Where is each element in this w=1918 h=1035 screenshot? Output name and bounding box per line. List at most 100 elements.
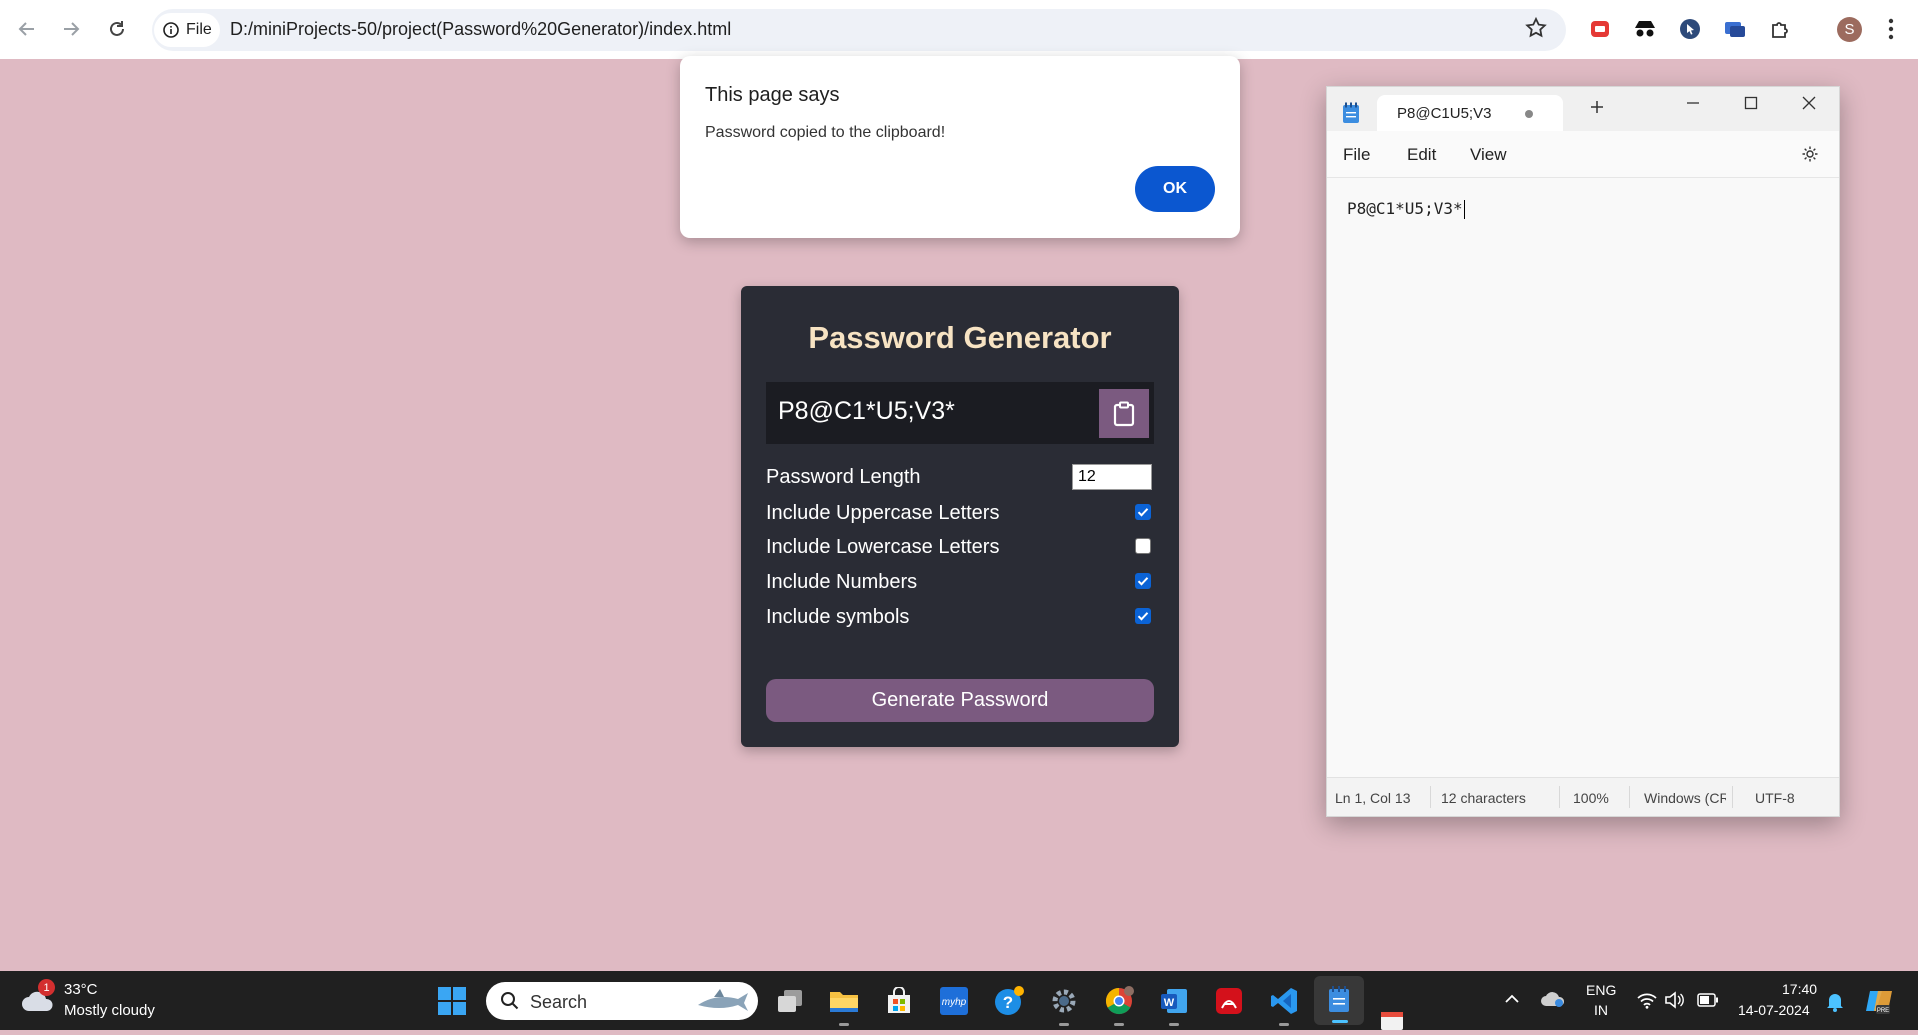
notepad-menubar: File Edit View [1327, 131, 1839, 178]
menu-edit[interactable]: Edit [1407, 145, 1436, 165]
notepad-icon [1329, 986, 1349, 1012]
settings-gear-icon[interactable] [1801, 145, 1819, 168]
status-position: Ln 1, Col 13 [1335, 790, 1411, 806]
calendar-app-icon[interactable] [1380, 1011, 1404, 1035]
maximize-icon[interactable] [1743, 95, 1759, 116]
uppercase-checkbox[interactable] [1135, 504, 1151, 520]
svg-text:?: ? [1003, 993, 1013, 1012]
get-help-icon[interactable]: ? [991, 983, 1027, 1019]
svg-text:PRE: PRE [1877, 1008, 1889, 1014]
alert-dialog: This page says Password copied to the cl… [680, 56, 1240, 238]
lowercase-label: Include Lowercase Letters [766, 536, 1000, 558]
running-indicator [1059, 1023, 1069, 1026]
symbols-checkbox[interactable] [1135, 608, 1151, 624]
myhp-icon[interactable]: myhp [936, 983, 972, 1019]
ok-button[interactable]: OK [1135, 166, 1215, 212]
generator-title: Password Generator [808, 320, 1112, 355]
weather-badge: 1 [38, 979, 55, 996]
generate-password-label: Generate Password [871, 689, 1049, 711]
acrobat-icon[interactable] [1211, 983, 1247, 1019]
extension-spy-icon[interactable] [1630, 14, 1660, 44]
settings-icon[interactable] [1046, 983, 1082, 1026]
copilot-icon[interactable]: PRE [1864, 985, 1896, 1022]
symbols-label: Include symbols [766, 606, 910, 628]
profile-initial: S [1844, 21, 1855, 38]
search-icon [501, 992, 519, 1010]
notepad-content: P8@C1*U5;V3* [1347, 199, 1463, 218]
language-bottom: IN [1594, 1002, 1608, 1018]
file-explorer-icon[interactable] [826, 983, 862, 1026]
notepad-text-area[interactable]: P8@C1*U5;V3* [1347, 199, 1465, 219]
copy-clipboard-button[interactable] [1099, 389, 1149, 438]
dialog-message: Password copied to the clipboard! [705, 124, 946, 141]
word-icon[interactable]: W [1156, 983, 1192, 1026]
show-hidden-icons-chevron-icon[interactable] [1504, 992, 1520, 1010]
task-view-icon[interactable] [772, 983, 808, 1019]
generate-password-button[interactable]: Generate Password [766, 679, 1154, 722]
vscode-icon[interactable] [1266, 983, 1302, 1026]
notepad-taskbar-button[interactable] [1314, 976, 1364, 1025]
uppercase-label: Include Uppercase Letters [766, 502, 1000, 524]
volume-icon[interactable] [1664, 991, 1684, 1014]
svg-text:W: W [1164, 997, 1175, 1009]
onedrive-cloud-icon[interactable] [1540, 990, 1566, 1013]
extension-window-icon[interactable] [1720, 14, 1750, 44]
extensions-puzzle-icon[interactable] [1765, 14, 1795, 44]
notepad-tab-title: P8@C1U5;V3 [1397, 105, 1492, 122]
notepad-tab[interactable]: P8@C1U5;V3 [1377, 95, 1563, 131]
taskbar-search[interactable]: Search [486, 982, 758, 1020]
running-indicator [1279, 1023, 1289, 1026]
clock-time[interactable]: 17:40 [1782, 981, 1817, 997]
numbers-checkbox[interactable] [1135, 573, 1151, 589]
password-length-label: Password Length [766, 466, 921, 488]
url-text[interactable]: D:/miniProjects-50/project(Password%20Ge… [230, 19, 731, 40]
menu-file[interactable]: File [1343, 145, 1370, 165]
status-divider [1559, 786, 1560, 808]
weather-temp: 33°C [64, 981, 98, 998]
extension-cursor-icon[interactable] [1675, 14, 1705, 44]
running-indicator [839, 1023, 849, 1026]
status-line-ending: Windows (CR [1644, 790, 1726, 806]
numbers-label: Include Numbers [766, 571, 918, 593]
running-indicator [1114, 1023, 1124, 1026]
lowercase-checkbox[interactable] [1135, 538, 1151, 554]
svg-text:myhp: myhp [942, 997, 967, 1008]
wifi-icon[interactable] [1636, 991, 1658, 1014]
status-encoding: UTF-8 [1755, 790, 1795, 806]
shark-search-highlight-icon [698, 989, 748, 1011]
microsoft-store-icon[interactable] [881, 983, 917, 1019]
notepad-titlebar: P8@C1U5;V3 [1327, 87, 1839, 131]
forward-button[interactable] [56, 14, 86, 44]
site-chip-label: File [186, 21, 212, 38]
back-button[interactable] [12, 14, 42, 44]
minimize-icon[interactable] [1685, 95, 1701, 116]
start-windows-icon[interactable] [434, 983, 470, 1019]
reload-icon [110, 21, 124, 36]
extension-red-icon[interactable] [1585, 14, 1615, 44]
menu-view[interactable]: View [1470, 145, 1507, 165]
password-length-input[interactable] [1072, 464, 1152, 490]
unsaved-dot-icon [1525, 110, 1533, 118]
language-top[interactable]: ENG [1586, 982, 1616, 998]
browser-toolbar: File D:/miniProjects-50/project(Password… [0, 0, 1918, 59]
browser-menu-icon[interactable] [1888, 18, 1894, 45]
notepad-window: P8@C1U5;V3 File Edit View P8@C1*U5;V3* L… [1326, 86, 1840, 817]
reload-button[interactable] [102, 14, 132, 44]
running-indicator [1169, 1023, 1179, 1026]
info-icon [163, 22, 179, 38]
new-tab-plus-icon[interactable] [1589, 99, 1605, 120]
status-zoom: 100% [1573, 790, 1609, 806]
checkmark-icon [1137, 508, 1149, 517]
site-info-chip[interactable]: File [154, 13, 220, 47]
bookmark-star-icon[interactable] [1524, 16, 1548, 45]
checkmark-icon [1137, 612, 1149, 621]
clock-date: 14-07-2024 [1738, 1002, 1810, 1018]
profile-avatar[interactable]: S [1837, 17, 1862, 42]
status-divider [1629, 786, 1630, 808]
chrome-icon[interactable] [1101, 983, 1137, 1026]
notification-bell-icon[interactable] [1826, 992, 1844, 1017]
battery-icon[interactable] [1697, 993, 1719, 1012]
close-icon[interactable] [1801, 95, 1817, 116]
weather-desc: Mostly cloudy [64, 1002, 155, 1019]
status-divider [1430, 786, 1431, 808]
